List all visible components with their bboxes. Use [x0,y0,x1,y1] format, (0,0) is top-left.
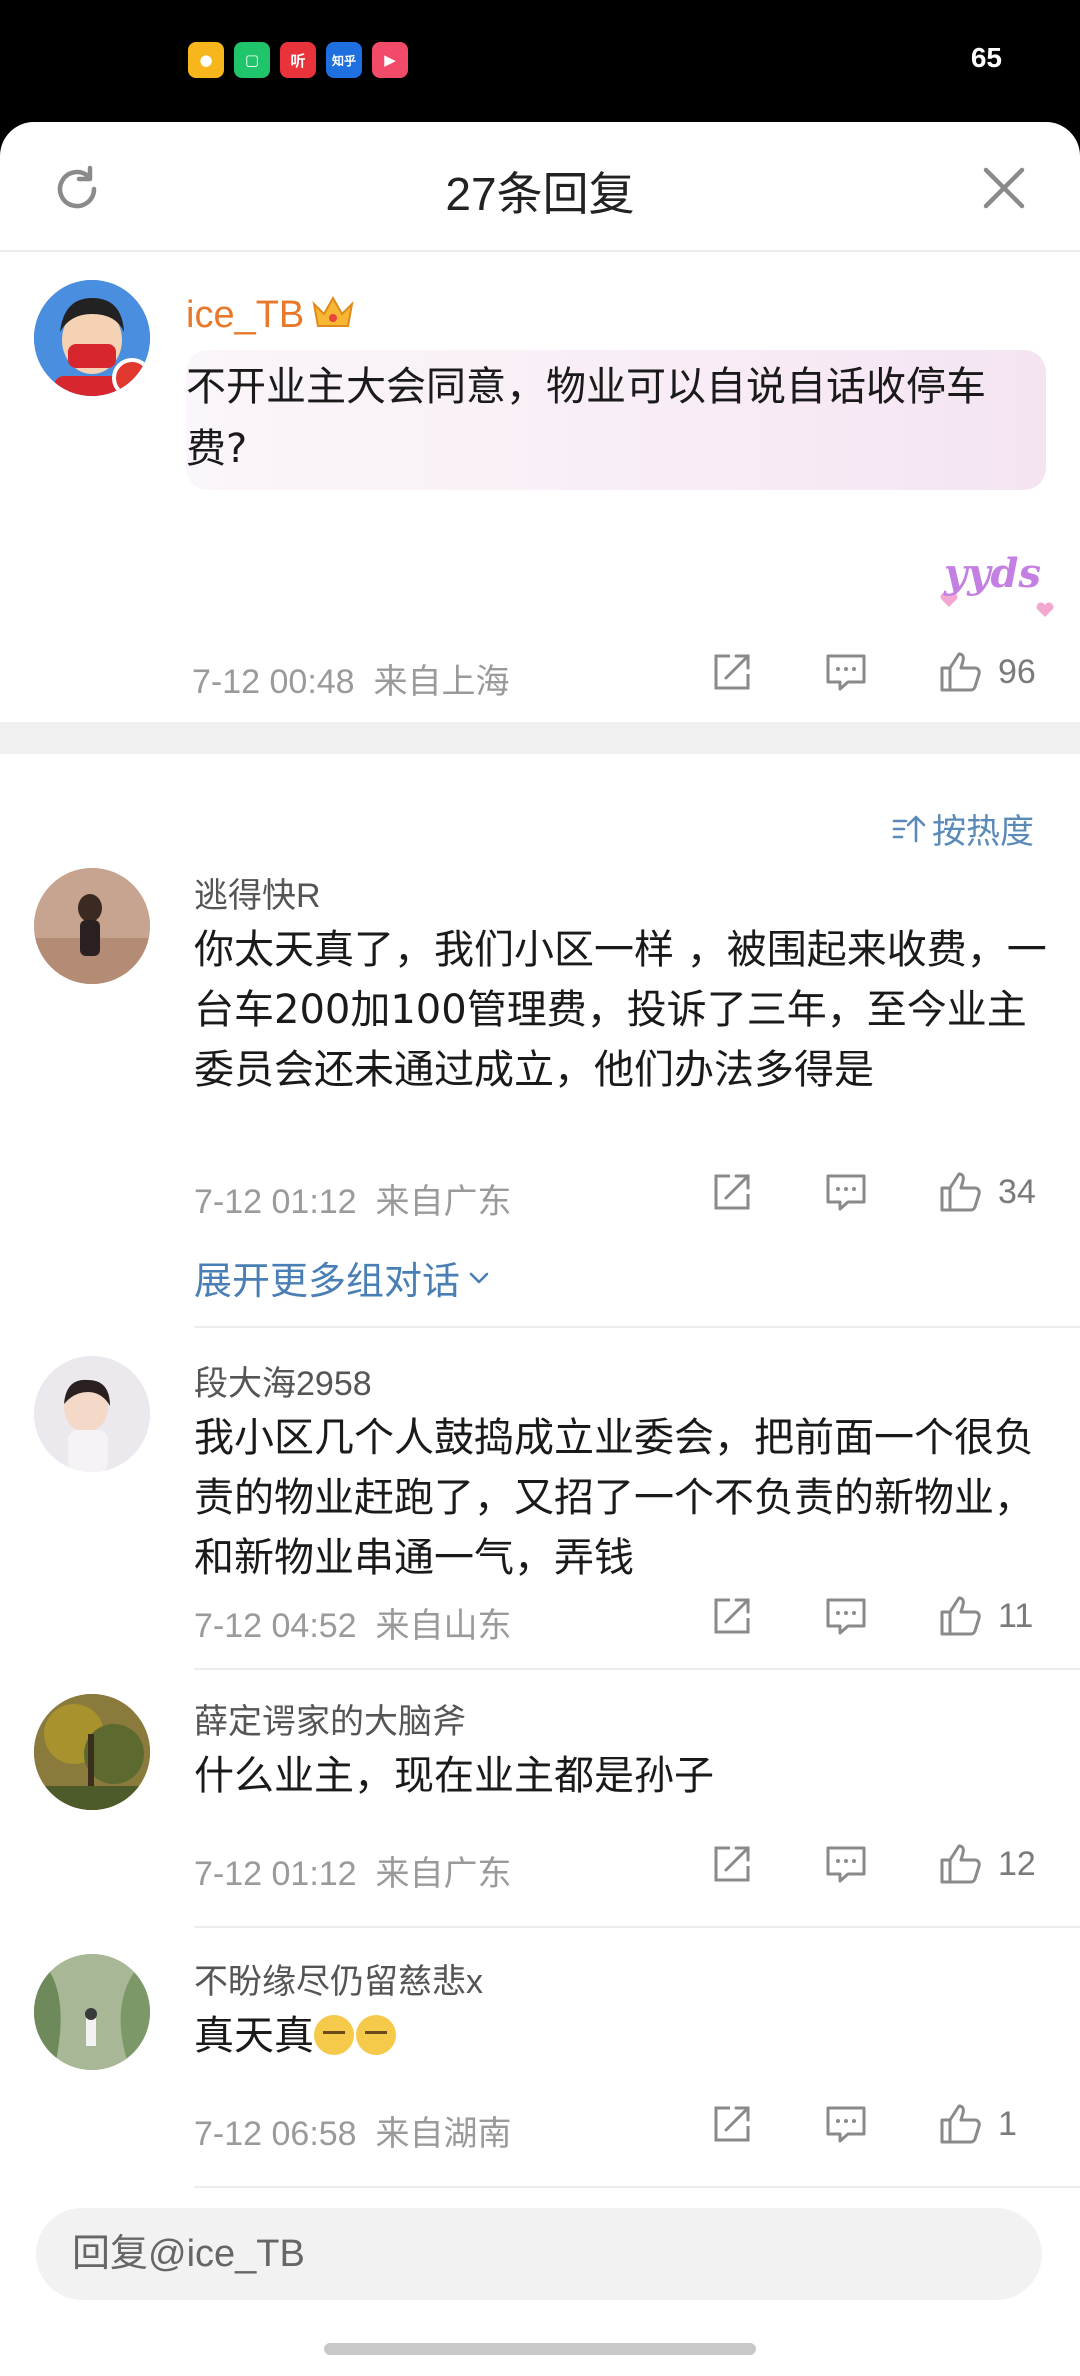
like-count: 96 [998,652,1036,691]
comment-text: 真天真 [194,2006,1054,2066]
avatar[interactable] [34,1356,150,1472]
expand-more-label: 展开更多组对话 [194,1259,461,1303]
share-icon[interactable] [708,1168,756,1216]
close-icon[interactable] [978,162,1030,214]
verified-badge-icon [112,358,150,396]
main-username[interactable]: ice_TB [186,294,304,337]
chevron-down-icon [469,1272,489,1283]
page-title: 27条回复 [445,168,635,220]
avatar[interactable] [34,280,150,396]
comment-username[interactable]: 不盼缘尽仍留慈悲x [194,1954,483,2003]
share-icon[interactable] [708,1840,756,1888]
weibo-app-icon: ● [188,42,224,78]
sheet-header: 27条回复 [0,122,1080,252]
status-bar: ● ▢ 听 知乎 ▶ 65 [0,0,1080,120]
main-comment-text: 不开业主大会同意，物业可以自说自话收停车费? [186,364,986,472]
battery-level: 65 [970,42,1002,73]
share-icon[interactable] [708,648,756,696]
like-icon[interactable] [936,1840,984,1888]
yyds-sticker: yyds [944,550,1041,597]
home-indicator[interactable] [324,2343,756,2355]
comment-username[interactable]: 段大海2958 [194,1356,372,1405]
zhihu-app-icon: 知乎 [326,42,362,78]
crown-icon [312,295,354,327]
sort-row: 按热度 [0,754,1080,864]
comment-username[interactable]: 薛定谔家的大脑斧 [194,1694,466,1743]
like-icon[interactable] [936,1168,984,1216]
comment-time: 7-12 00:48 [192,663,355,701]
main-comment: ice_TB 不开业主大会同意，物业可以自说自话收停车费? yyds 7-12 … [0,252,1080,722]
comment-username[interactable]: 逃得快R [194,868,321,917]
reply-bar [36,2208,1042,2300]
sort-icon [892,815,926,842]
smirk-emoji-icon [356,2015,396,2055]
comment-text: 我小区几个人鼓捣成立业委会，把前面一个很负责的物业赶跑了，又招了一个不负责的新物… [194,1415,1034,1581]
like-count: 12 [998,1844,1036,1883]
comment-location: 来自广东 [375,1183,512,1221]
listen-app-icon: 听 [280,42,316,78]
expand-more-button[interactable]: 展开更多组对话 [194,1250,492,1305]
avatar[interactable] [34,1954,150,2070]
comment-icon[interactable] [822,1168,870,1216]
smirk-emoji-icon [314,2015,354,2055]
heart-icon [1036,602,1054,617]
avatar[interactable] [34,868,150,984]
comment-icon[interactable] [822,2100,870,2148]
list-item: 不盼缘尽仍留慈悲x 真天真 7-12 06:58 来自湖南 1 [0,1928,1080,2188]
comment-location: 来自上海 [373,663,510,701]
comment-icon[interactable] [822,648,870,696]
list-item: 段大海2958 我小区几个人鼓捣成立业委会，把前面一个很负责的物业赶跑了，又招了… [0,1328,1080,1645]
comment-text-content: 真天真 [194,2013,314,2059]
comment-time: 7-12 01:12 [194,1855,357,1893]
comment-actions: 12 [708,1840,1044,1888]
comment-meta: 7-12 00:48 来自上海 [192,654,510,703]
divider [194,2186,1080,2188]
video-app-icon: ▶ [372,42,408,78]
notification-icons: ● ▢ 听 知乎 ▶ [188,42,408,78]
comment-meta: 7-12 01:12 来自广东 [194,1174,512,1223]
like-icon[interactable] [936,648,984,696]
reply-sheet: 27条回复 ice_TB 不开业主大会同意，物业可以自说自话收停车费? yyds [0,122,1080,2376]
comment-actions: 96 [708,648,1044,696]
like-icon[interactable] [936,2100,984,2148]
sort-label: 按热度 [932,812,1034,852]
sort-button[interactable]: 按热度 [890,804,1034,853]
comment-time: 7-12 06:58 [194,2115,357,2153]
list-item: 逃得快R 你太天真了，我们小区一样 ，被围起来收费，一台车200加100管理费，… [0,864,1080,1328]
list-item-spacer [0,1570,1080,1670]
comment-actions: 34 [708,1168,1044,1216]
comment-actions: 1 [708,2100,1044,2148]
comment-meta: 7-12 06:58 来自湖南 [194,2106,512,2155]
comment-location: 来自广东 [375,1855,512,1893]
comment-text: 你太天真了，我们小区一样 ，被围起来收费，一台车200加100管理费，投诉了三年… [194,927,1047,1093]
wechat-app-icon: ▢ [234,42,270,78]
avatar[interactable] [34,1694,150,1810]
reply-input[interactable] [36,2208,1042,2300]
share-icon[interactable] [708,2100,756,2148]
comment-icon[interactable] [822,1840,870,1888]
comment-text: 什么业主，现在业主都是孙子 [194,1753,714,1799]
like-count: 1 [998,2104,1017,2143]
section-divider [0,722,1080,754]
list-item: 薛定谔家的大脑斧 什么业主，现在业主都是孙子 7-12 01:12 来自广东 1… [0,1670,1080,1928]
comment-location: 来自湖南 [375,2115,512,2153]
like-count: 34 [998,1172,1036,1211]
comment-time: 7-12 01:12 [194,1183,357,1221]
comment-meta: 7-12 01:12 来自广东 [194,1846,512,1895]
